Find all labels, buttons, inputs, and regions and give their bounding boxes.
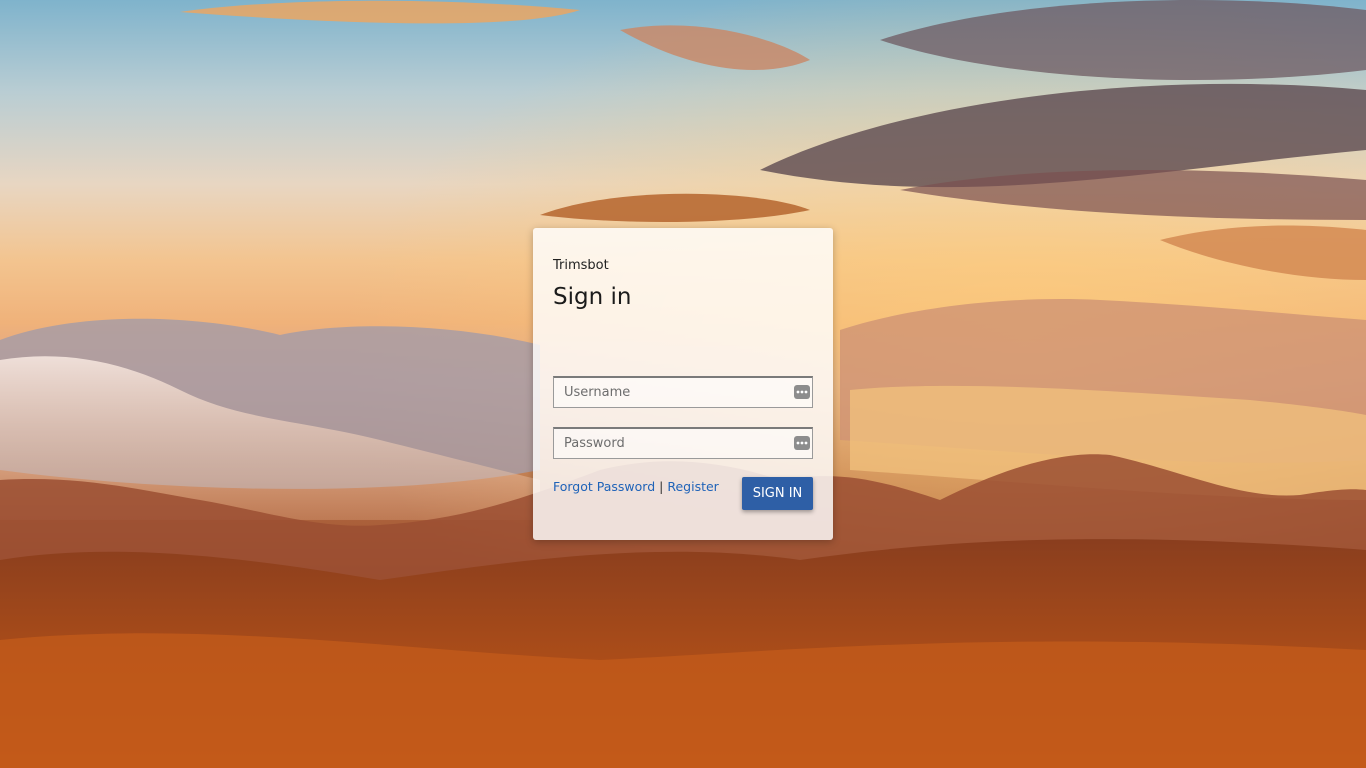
- page-title: Sign in: [553, 284, 632, 310]
- account-links: Forgot Password | Register: [553, 479, 719, 494]
- key-icon: [794, 436, 810, 450]
- sign-in-button[interactable]: SIGN IN: [742, 477, 813, 510]
- app-name: Trimsbot: [553, 258, 609, 273]
- username-input[interactable]: [554, 378, 782, 407]
- link-separator: |: [659, 479, 664, 494]
- password-input[interactable]: [554, 429, 782, 458]
- login-card: Trimsbot Sign in Forgot Password | Regis…: [533, 228, 833, 540]
- username-field[interactable]: [553, 376, 813, 408]
- forgot-password-link[interactable]: Forgot Password: [553, 479, 655, 494]
- key-icon: [794, 385, 810, 399]
- password-field[interactable]: [553, 427, 813, 459]
- register-link[interactable]: Register: [667, 479, 718, 494]
